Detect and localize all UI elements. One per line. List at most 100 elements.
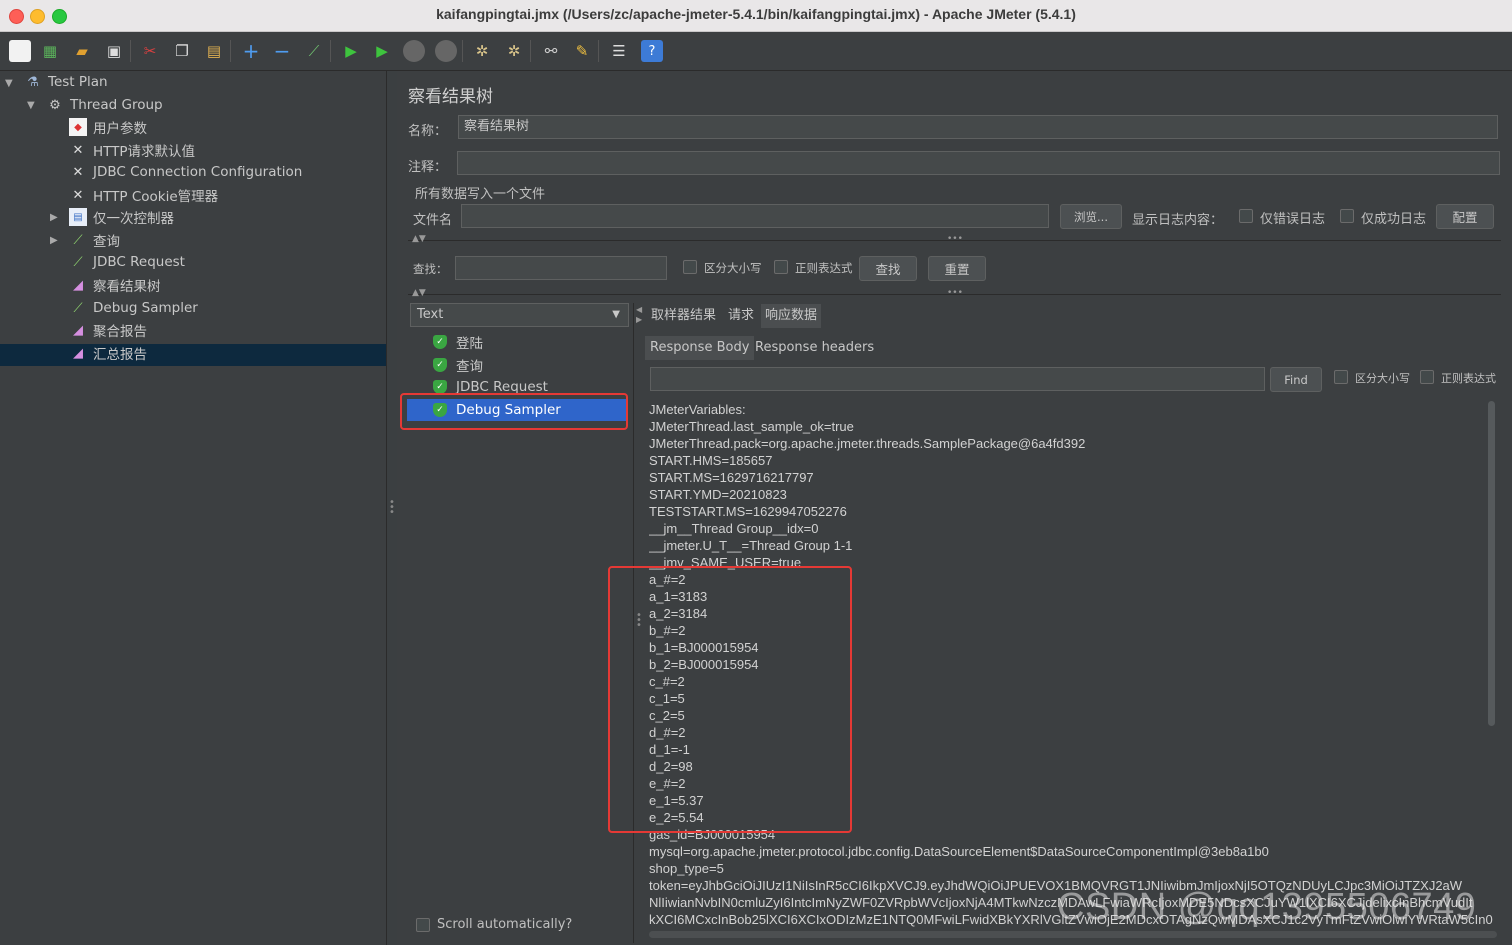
response-line: JMeterVariables: — [649, 402, 746, 417]
tree-item-cookie-manager[interactable]: ✕ HTTP Cookie管理器 — [69, 184, 219, 206]
errors-only-checkbox[interactable] — [1239, 209, 1253, 223]
collapse-arrow-icon[interactable]: ▼ — [5, 78, 13, 89]
scroll-automatically-label: Scroll automatically? — [437, 917, 573, 932]
response-line: JMeterThread.pack=org.apache.jmeter.thre… — [649, 436, 1086, 451]
errors-only-label: 仅错误日志 — [1260, 212, 1326, 227]
write-all-to-file-label: 所有数据写入一个文件 — [415, 187, 546, 202]
save-icon[interactable]: ▣ — [103, 40, 125, 62]
stop-icon[interactable] — [403, 40, 425, 62]
new-icon[interactable] — [9, 40, 31, 62]
success-only-checkbox[interactable] — [1340, 209, 1354, 223]
tree-item-user-parameters[interactable]: ◆ 用户参数 — [69, 116, 147, 138]
search-icon[interactable]: ⚯ — [540, 40, 562, 62]
tree-item-summary-report[interactable]: ◢ 汇总报告 — [69, 342, 147, 364]
gear-icon: ⚙ — [49, 97, 61, 113]
response-line: START.YMD=20210823 — [649, 487, 787, 502]
search-label: 查找： — [413, 262, 448, 276]
expand-arrow-icon[interactable]: ▶ — [50, 212, 58, 223]
test-plan-tree: ▼ ⚗ Test Plan ▼ ⚙ Thread Group ◆ 用户参数 ✕ … — [0, 71, 387, 945]
success-shield-icon: ✓ — [433, 380, 447, 394]
sample-item[interactable]: ✓ 登陆 — [433, 331, 483, 353]
sample-item[interactable]: ✓ 查询 — [433, 354, 483, 376]
paste-icon[interactable]: ▤ — [203, 40, 225, 62]
shutdown-icon[interactable] — [435, 40, 457, 62]
open-icon[interactable]: ▰ — [71, 40, 93, 62]
tree-item-test-plan[interactable]: ⚗ Test Plan — [24, 71, 107, 93]
highlight-annotation — [400, 393, 628, 430]
comment-field[interactable] — [457, 151, 1500, 175]
regex-checkbox[interactable] — [774, 260, 788, 274]
templates-icon[interactable]: ▦ — [39, 40, 61, 62]
splitter-arrows-icon[interactable]: ▲▼ — [412, 234, 426, 244]
copy-icon[interactable]: ❐ — [171, 40, 193, 62]
wrench-icon: ✕ — [72, 164, 84, 180]
renderer-select[interactable]: Text ▼ — [410, 303, 629, 327]
response-find-input[interactable] — [650, 367, 1265, 391]
response-line: __jm__Thread Group__idx=0 — [649, 521, 819, 536]
tree-item-query[interactable]: ⟋ 查询 — [69, 229, 120, 251]
clear-all-icon[interactable]: ✲ — [503, 40, 525, 62]
tab-request[interactable]: 请求 — [724, 304, 758, 328]
tree-item-aggregate-report[interactable]: ◢ 聚合报告 — [69, 319, 147, 341]
help-icon[interactable]: ? — [641, 40, 663, 62]
response-line: START.HMS=185657 — [649, 453, 773, 468]
tree-item-jdbc-request[interactable]: ⟋ JDBC Request — [69, 251, 185, 273]
splitter-handle[interactable]: ••• — [389, 498, 395, 518]
reset-button[interactable]: 重置 — [928, 256, 986, 281]
tree-item-debug-sampler[interactable]: ⟋ Debug Sampler — [69, 297, 197, 319]
expand-icon[interactable]: + — [240, 40, 262, 62]
splitter-arrows-icon[interactable]: ◀ ▶ — [636, 305, 642, 325]
response-vertical-scrollbar[interactable] — [1488, 401, 1495, 726]
cut-icon[interactable]: ✂ — [139, 40, 161, 62]
wrench-icon: ✕ — [72, 187, 84, 203]
chevron-down-icon: ▼ — [612, 309, 620, 320]
splitter-handle[interactable]: ••• — [947, 288, 963, 298]
clear-icon[interactable]: ✲ — [471, 40, 493, 62]
pipette-icon: ⟋ — [73, 300, 83, 316]
response-line: shop_type=5 — [649, 861, 724, 876]
expand-arrow-icon[interactable]: ▶ — [50, 235, 58, 246]
watermark: CSDN @qq1395506749 — [1057, 886, 1477, 928]
filename-field[interactable] — [461, 204, 1049, 228]
chart-icon: ◢ — [73, 345, 83, 361]
tab-response-body[interactable]: Response Body — [645, 336, 755, 360]
response-regex-label: 正则表达式 — [1441, 372, 1496, 385]
tab-response-headers[interactable]: Response headers — [750, 336, 879, 360]
success-shield-icon: ✓ — [433, 335, 447, 349]
chart-icon: ◢ — [73, 322, 83, 338]
response-case-sensitive-checkbox[interactable] — [1334, 370, 1348, 384]
log-content-label: 显示日志内容： — [1132, 213, 1224, 228]
scroll-automatically-checkbox[interactable] — [416, 918, 430, 932]
search-input[interactable] — [455, 256, 667, 280]
tab-sampler-result[interactable]: 取样器结果 — [647, 304, 720, 328]
name-label: 名称： — [408, 124, 448, 139]
response-horizontal-scrollbar[interactable] — [649, 931, 1497, 938]
response-regex-checkbox[interactable] — [1420, 370, 1434, 384]
response-line: mysql=org.apache.jmeter.protocol.jdbc.co… — [649, 844, 1269, 859]
tree-item-once-only-controller[interactable]: ▤ 仅一次控制器 — [69, 206, 174, 228]
configure-button[interactable]: 配置 — [1436, 204, 1494, 229]
reset-search-icon[interactable]: ✎ — [571, 40, 593, 62]
page-title: 察看结果树 — [408, 87, 493, 107]
tree-item-view-results-tree[interactable]: ◢ 察看结果树 — [69, 274, 161, 296]
collapse-icon[interactable]: − — [271, 40, 293, 62]
tree-item-jdbc-connection[interactable]: ✕ JDBC Connection Configuration — [69, 161, 303, 183]
start-icon[interactable]: ▶ — [340, 40, 362, 62]
collapse-arrow-icon[interactable]: ▼ — [27, 100, 35, 111]
find-button[interactable]: 查找 — [859, 256, 917, 281]
splitter-arrows-icon[interactable]: ▲▼ — [412, 288, 426, 298]
case-sensitive-checkbox[interactable] — [683, 260, 697, 274]
success-shield-icon: ✓ — [433, 358, 447, 372]
window-title: kaifangpingtai.jmx (/Users/zc/apache-jme… — [436, 6, 1076, 22]
browse-button[interactable]: 浏览... — [1060, 204, 1122, 229]
tree-item-thread-group[interactable]: ⚙ Thread Group — [46, 94, 162, 116]
tab-response-data[interactable]: 响应数据 — [761, 304, 822, 328]
name-field[interactable]: 察看结果树 — [458, 115, 1498, 139]
response-find-button[interactable]: Find — [1270, 367, 1322, 392]
start-no-pauses-icon[interactable]: ▶ — [371, 40, 393, 62]
tree-item-http-defaults[interactable]: ✕ HTTP请求默认值 — [69, 139, 196, 161]
function-helper-icon[interactable]: ☰ — [608, 40, 630, 62]
toggle-icon[interactable]: ⟋ — [303, 40, 325, 62]
splitter-handle[interactable]: ••• — [947, 234, 963, 244]
chart-icon: ◢ — [73, 277, 83, 293]
